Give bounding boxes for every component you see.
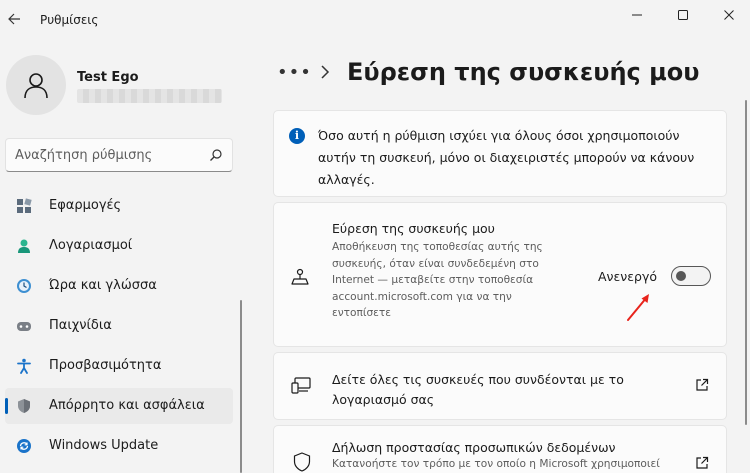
see-all-devices-link[interactable]: Δείτε όλες τις συσκευές που συνδέονται μ… [332, 370, 662, 410]
gaming-icon [17, 322, 31, 331]
sidebar-item-label: Εφαρμογές [49, 198, 122, 213]
find-my-device-title: Εύρεση της συσκευής μου [332, 221, 495, 236]
sidebar-item-label: Παιχνίδια [49, 318, 112, 333]
close-icon [724, 10, 734, 20]
sidebar-item-time-language[interactable]: Ώρα και γλώσσα [5, 268, 233, 304]
windows-update-icon [17, 439, 31, 453]
user-icon [24, 73, 48, 99]
app-title: Ρυθμίσεις [40, 13, 99, 27]
toggle-state-label: Ανενεργό [598, 269, 658, 284]
info-icon: i [289, 128, 305, 144]
accessibility-icon [17, 358, 31, 374]
privacy-statement-description: Κατανοήστε τον τρόπο με τον οποίο η Micr… [332, 458, 660, 470]
back-arrow-icon [8, 13, 20, 25]
breadcrumb-more-button[interactable]: ••• [277, 62, 312, 83]
external-link-icon [696, 456, 709, 469]
sidebar-item-label: Λογαριασμοί [49, 238, 133, 253]
privacy-statement-card[interactable]: Δήλωση προστασίας προσωπικών δεδομένων Κ… [273, 425, 727, 473]
find-my-device-description: Αποθήκευση της τοποθεσίας αυτής της συσκ… [332, 241, 543, 319]
sidebar-item-label: Windows Update [49, 438, 159, 453]
active-indicator [5, 398, 8, 414]
sidebar-item-privacy-security[interactable]: Απόρρητο και ασφάλεια [5, 388, 233, 424]
sidebar-item-accessibility[interactable]: Προσβασιμότητα [5, 348, 233, 384]
chevron-right-icon [321, 65, 330, 79]
apps-icon [17, 198, 32, 213]
annotation-arrow [627, 294, 649, 321]
devices-icon [291, 377, 311, 394]
shield-icon [18, 399, 30, 413]
search-icon[interactable] [209, 148, 223, 162]
search-input[interactable] [15, 145, 205, 165]
maximize-button[interactable] [660, 0, 706, 30]
external-link-icon [696, 378, 709, 391]
sidebar-item-label: Ώρα και γλώσσα [49, 278, 157, 293]
info-text: Όσο αυτή η ρύθμιση ισχύει για όλους όσοι… [318, 128, 695, 187]
sidebar-scrollbar[interactable] [240, 300, 242, 473]
time-language-icon [17, 279, 31, 293]
profile-email-redacted [77, 89, 222, 103]
accounts-icon [18, 239, 30, 253]
sidebar-item-windows-update[interactable]: Windows Update [5, 428, 233, 464]
title-bar: Ρυθμίσεις [0, 0, 750, 40]
sidebar-item-label: Προσβασιμότητα [49, 358, 162, 373]
find-my-device-toggle[interactable] [671, 266, 711, 286]
toggle-knob [676, 271, 686, 281]
profile-name: Test Ego [77, 70, 139, 85]
sidebar-item-label: Απόρρητο και ασφάλεια [49, 398, 205, 413]
location-person-icon [291, 268, 309, 285]
privacy-statement-title: Δήλωση προστασίας προσωπικών δεδομένων [332, 440, 616, 455]
minimize-button[interactable] [614, 0, 660, 30]
close-button[interactable] [706, 0, 750, 30]
sidebar-item-apps[interactable]: Εφαρμογές [5, 188, 233, 224]
sidebar-nav: Εφαρμογές Λογαριασμοί Ώρα και γλώσσα Παι… [5, 188, 233, 468]
find-my-device-card: Εύρεση της συσκευής μου Αποθήκευση της τ… [273, 202, 727, 347]
info-card: i Όσο αυτή η ρύθμιση ισχύει για όλους όσ… [273, 110, 727, 197]
sidebar-item-accounts[interactable]: Λογαριασμοί [5, 228, 233, 264]
minimize-icon [632, 14, 642, 16]
page-title: Εύρεση της συσκευής μου [347, 58, 700, 86]
maximize-icon [678, 10, 688, 20]
search-box[interactable] [5, 138, 233, 172]
back-button[interactable] [4, 8, 26, 30]
avatar[interactable] [6, 55, 66, 115]
sidebar-item-gaming[interactable]: Παιχνίδια [5, 308, 233, 344]
shield-outline-icon [293, 452, 311, 472]
main-scrollbar[interactable] [745, 100, 747, 425]
see-all-devices-card[interactable]: Δείτε όλες τις συσκευές που συνδέονται μ… [273, 352, 727, 420]
